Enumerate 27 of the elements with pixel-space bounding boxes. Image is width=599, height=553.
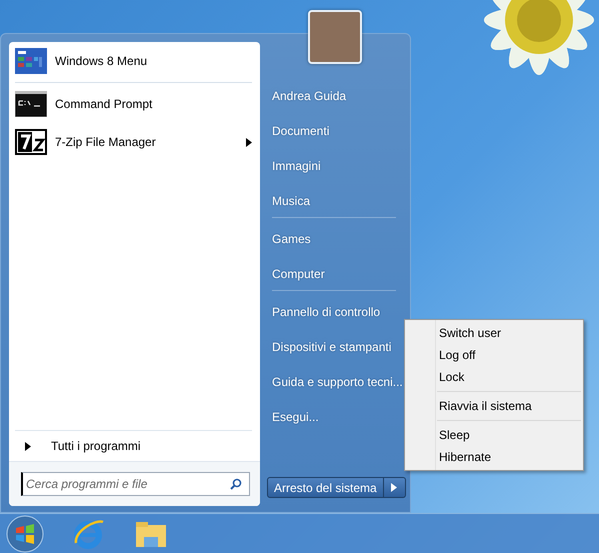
power-options-button[interactable] bbox=[384, 477, 406, 498]
archive-icon bbox=[15, 129, 47, 155]
submenu-arrow-icon bbox=[246, 138, 252, 146]
place-link[interactable]: Immagini bbox=[264, 156, 410, 191]
place-link[interactable]: Documenti bbox=[264, 121, 410, 156]
menu-item[interactable]: Riavvia il sistema bbox=[405, 395, 583, 417]
menu-item[interactable]: Sleep bbox=[405, 424, 583, 446]
arrow-icon bbox=[391, 483, 398, 492]
start-orb-icon[interactable] bbox=[6, 514, 44, 552]
menu-item[interactable]: Switch user bbox=[405, 322, 583, 344]
menu-item[interactable]: Hibernate bbox=[405, 446, 583, 468]
program-item[interactable]: Command Prompt bbox=[9, 85, 260, 123]
search-icon bbox=[230, 478, 242, 490]
place-link[interactable]: Andrea Guida bbox=[264, 86, 410, 121]
place-link[interactable]: Computer bbox=[264, 264, 410, 299]
program-item[interactable]: Windows 8 Menu bbox=[9, 42, 260, 80]
program-item[interactable]: 7-Zip File Manager bbox=[9, 123, 260, 161]
menu-item[interactable]: Lock bbox=[405, 366, 583, 388]
expand-arrow-icon bbox=[25, 442, 31, 450]
place-link[interactable]: Games bbox=[264, 229, 410, 264]
menu-item[interactable]: Log off bbox=[405, 344, 583, 366]
avatar-picture bbox=[308, 10, 362, 64]
place-link[interactable]: Musica bbox=[264, 191, 410, 226]
search-field[interactable]: Cerca programmi e file bbox=[21, 472, 250, 496]
shutdown-button[interactable]: Arresto del sistema bbox=[267, 477, 384, 498]
console-icon bbox=[15, 91, 47, 117]
tiles-icon bbox=[15, 48, 47, 74]
